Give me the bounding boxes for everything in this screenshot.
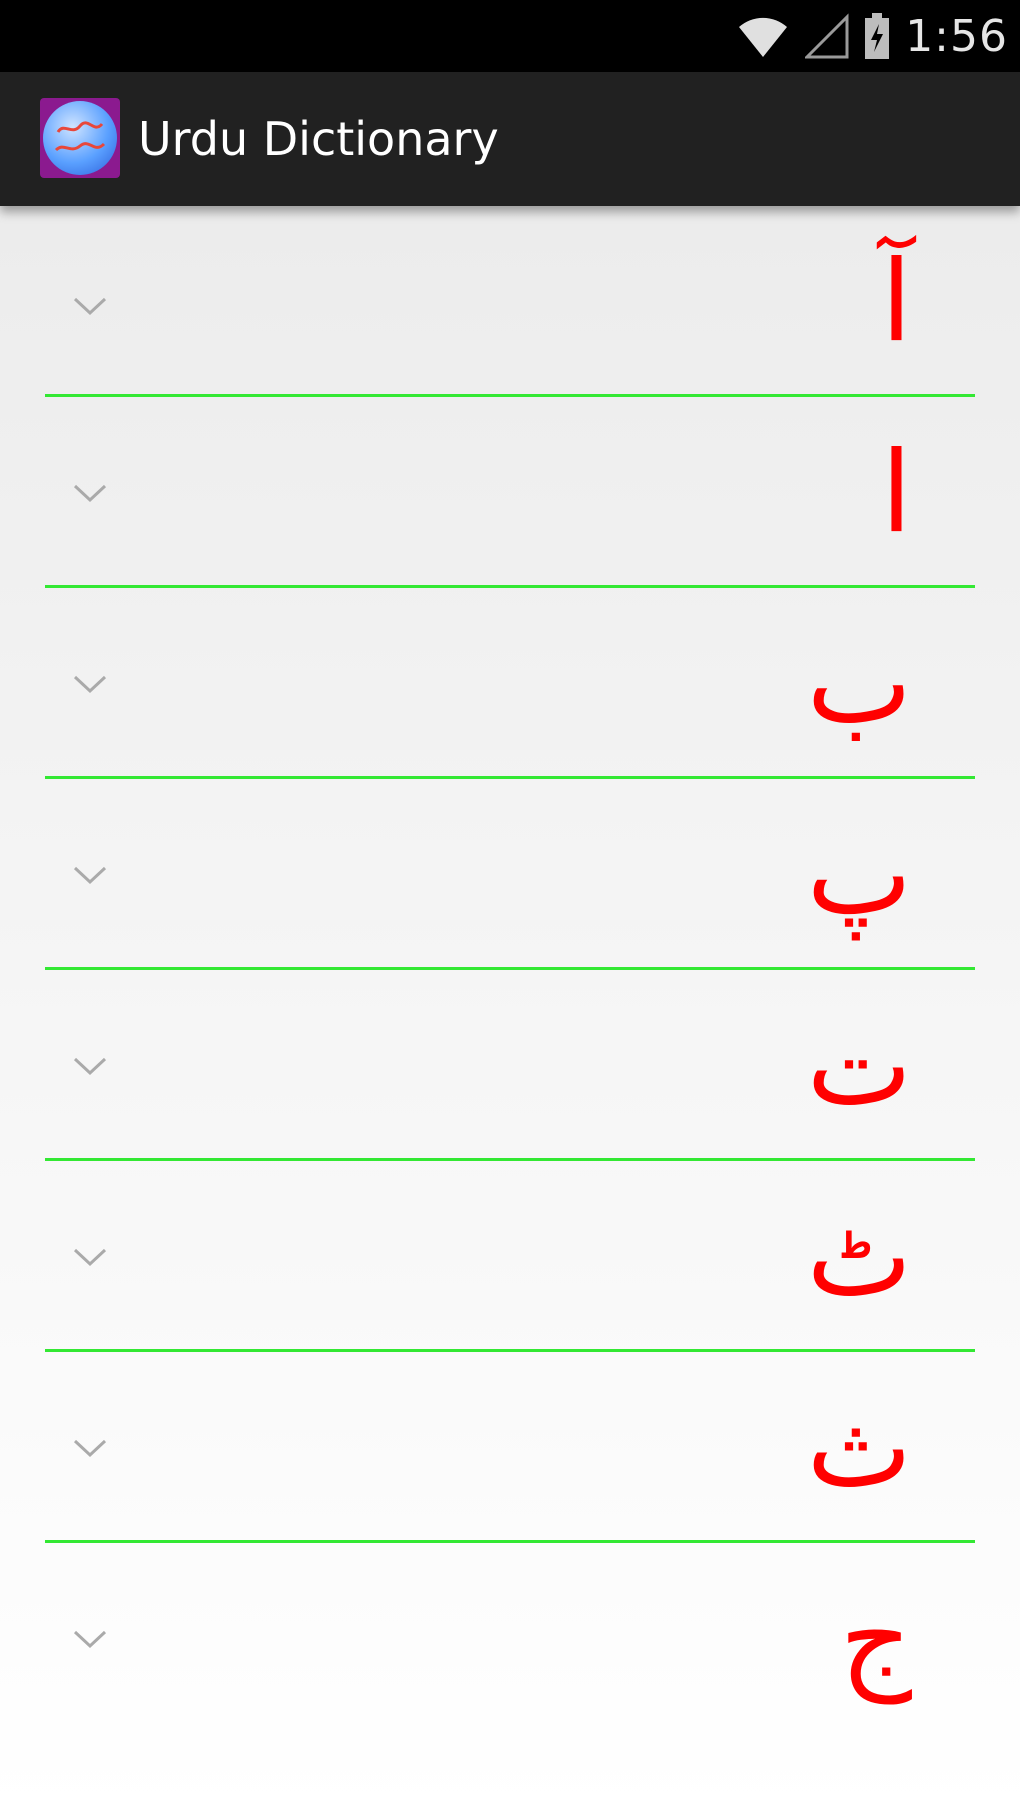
chevron-down-icon[interactable] [72, 673, 108, 695]
letter-row[interactable]: ت [0, 970, 1020, 1161]
wifi-icon [739, 17, 788, 57]
letter-list-container: آابپتٹثج [0, 206, 1020, 1813]
letter-row[interactable]: ج [0, 1543, 1020, 1734]
chevron-down-icon[interactable] [72, 1055, 108, 1077]
letter-row[interactable]: پ [0, 779, 1020, 970]
chevron-down-icon[interactable] [72, 482, 108, 504]
letter-label: ب [806, 618, 912, 749]
chevron-down-icon[interactable] [72, 1246, 108, 1268]
letter-label: ٹ [806, 1191, 912, 1322]
cell-signal-icon [805, 13, 849, 59]
letter-row[interactable]: ٹ [0, 1161, 1020, 1352]
letter-row[interactable]: ا [0, 397, 1020, 588]
letter-row[interactable]: ب [0, 588, 1020, 779]
letter-label: ث [806, 1382, 912, 1513]
letter-label: ج [839, 1573, 912, 1704]
status-time: 1:56 [905, 10, 1008, 62]
app-logo-icon[interactable] [40, 98, 120, 178]
chevron-down-icon[interactable] [72, 295, 108, 317]
letter-label: آ [880, 236, 912, 367]
chevron-down-icon[interactable] [72, 1628, 108, 1650]
letter-label: ا [880, 427, 912, 558]
battery-charging-icon [865, 13, 890, 59]
chevron-down-icon[interactable] [72, 1437, 108, 1459]
action-bar: Urdu Dictionary [0, 72, 1020, 206]
letter-list[interactable]: آابپتٹثج [0, 206, 1020, 1734]
letter-row[interactable]: آ [0, 206, 1020, 397]
letter-label: ت [806, 1000, 912, 1131]
letter-row[interactable]: ث [0, 1352, 1020, 1543]
letter-label: پ [806, 809, 912, 940]
chevron-down-icon[interactable] [72, 864, 108, 886]
status-bar: 1:56 [0, 0, 1020, 72]
app-title: Urdu Dictionary [138, 112, 499, 166]
